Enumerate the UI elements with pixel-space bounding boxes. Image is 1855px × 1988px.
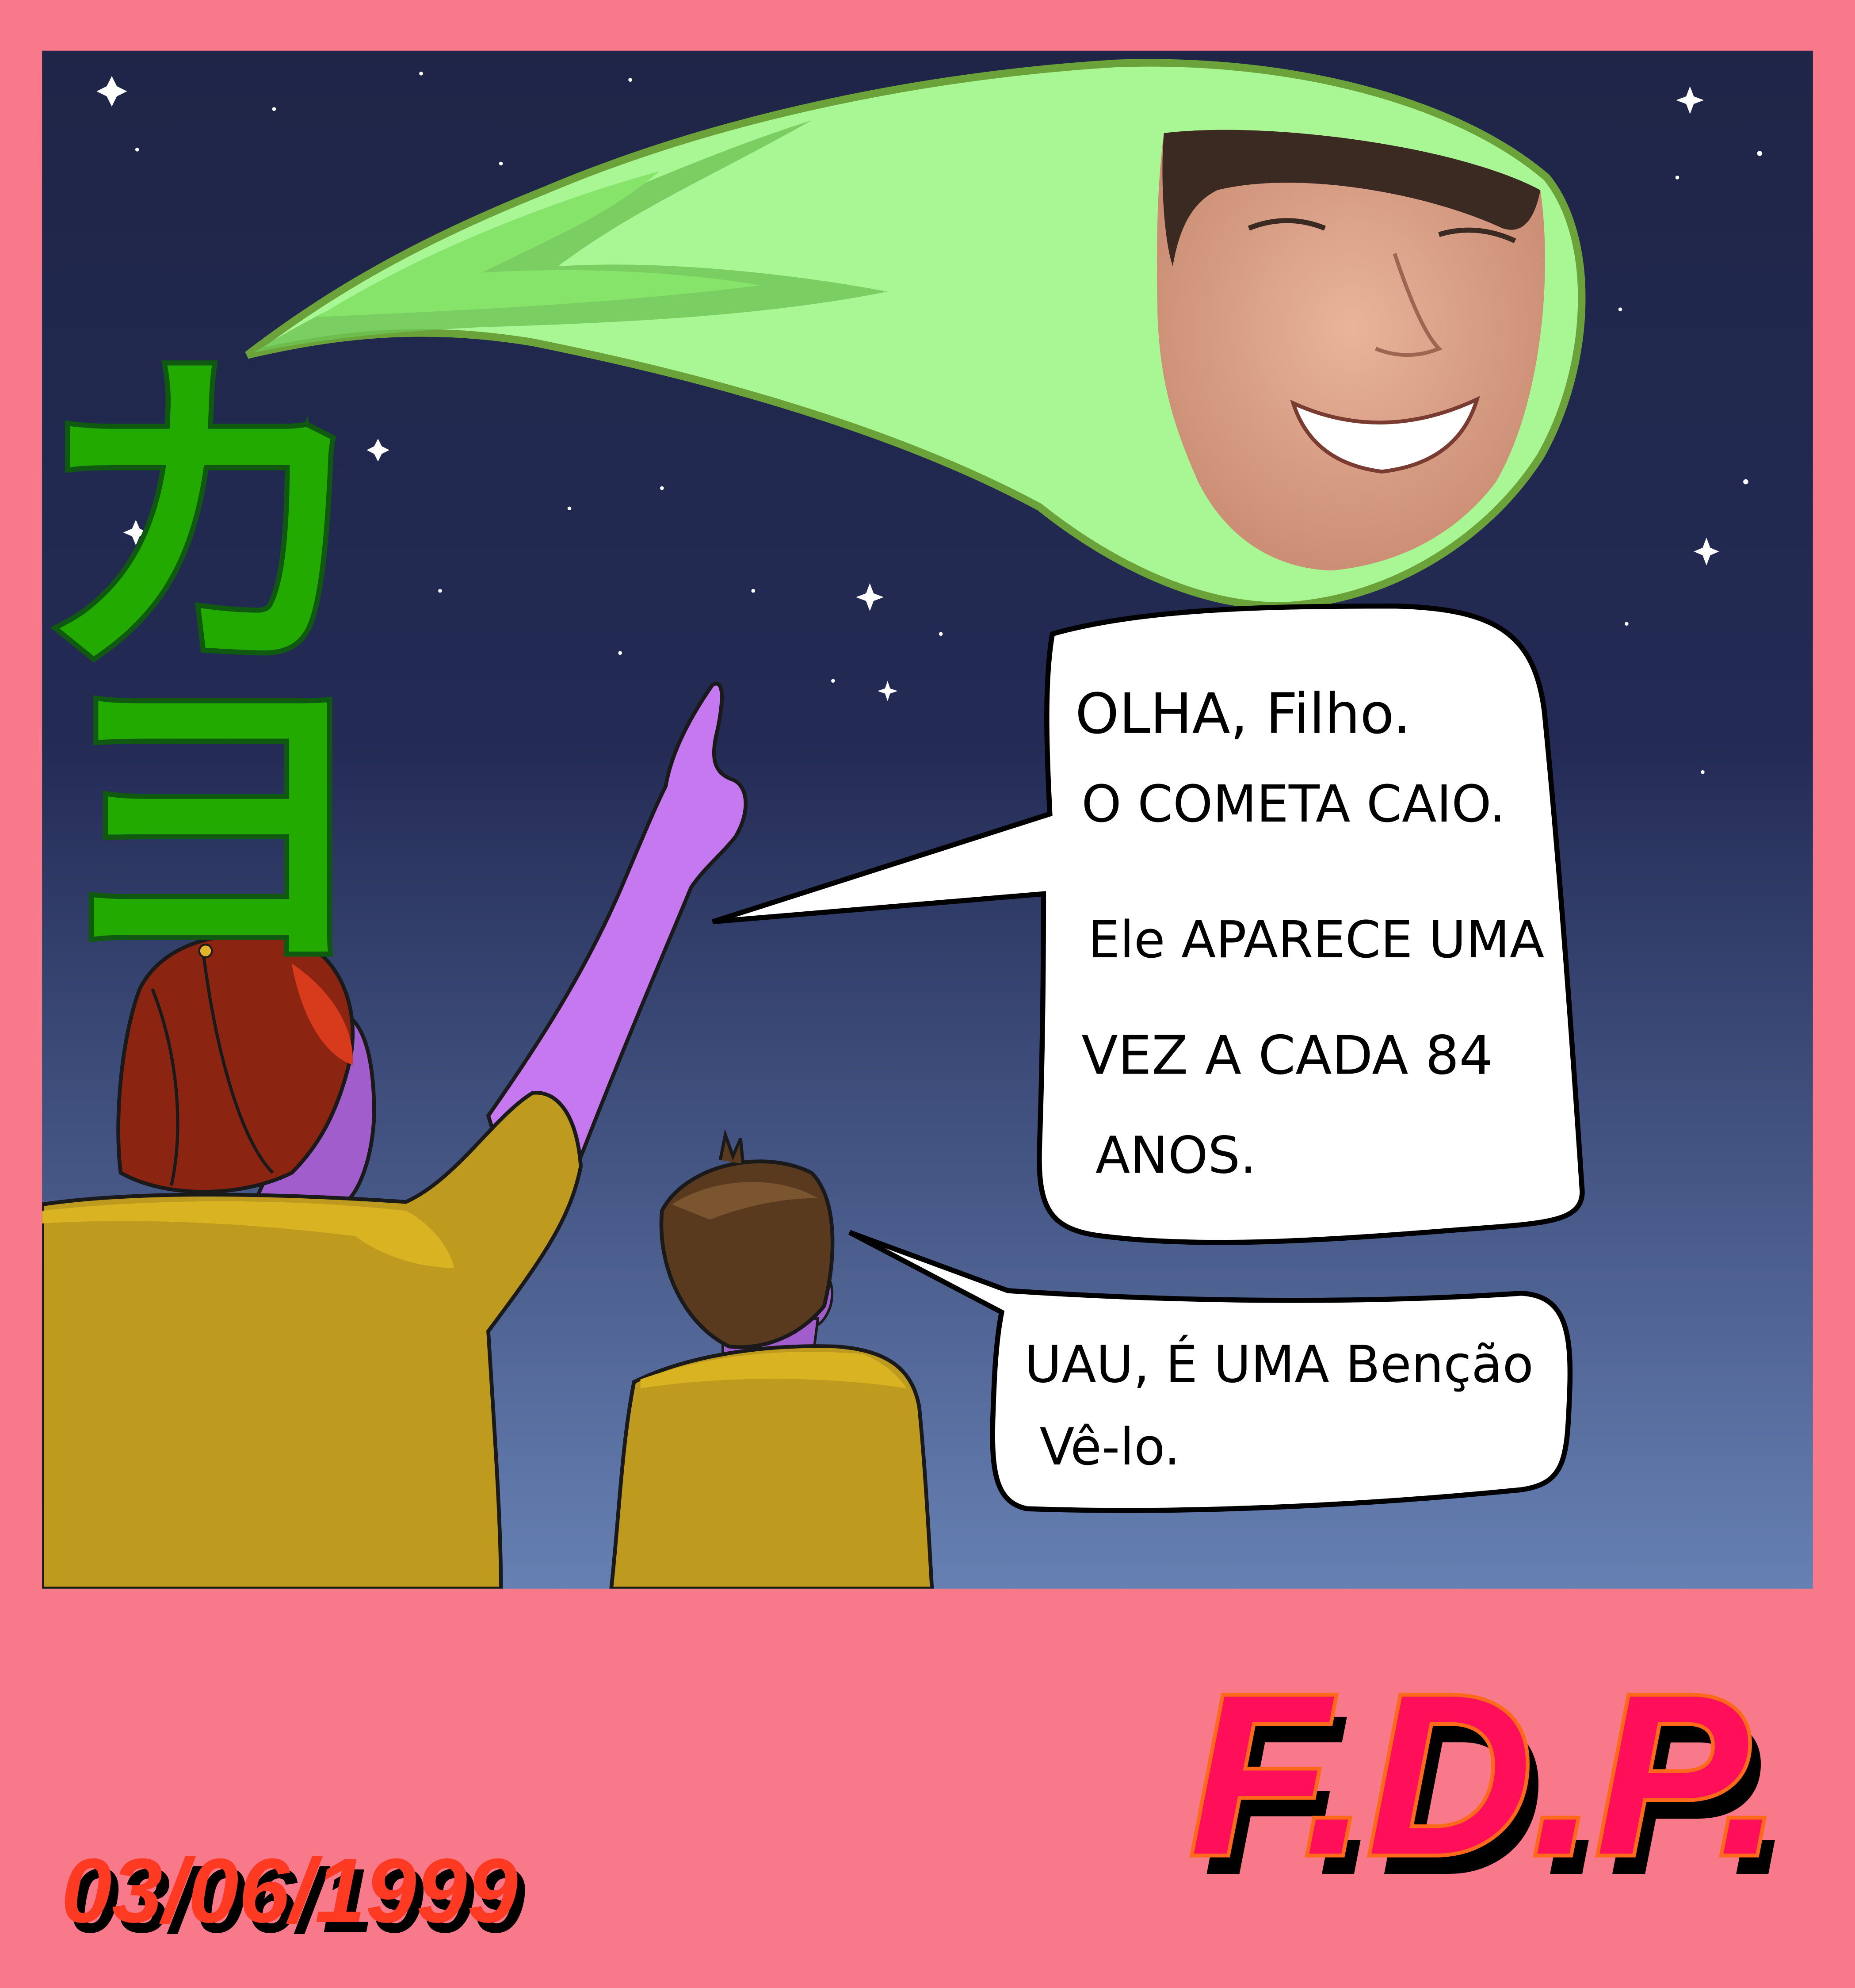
bubble-line: VEZ A CADA 84	[1081, 1025, 1493, 1087]
katakana-title: カ ヨ	[42, 317, 383, 1021]
signature-text: F.D.P.	[1190, 1648, 1782, 1902]
bubble-line: Vê-lo.	[1040, 1418, 1180, 1477]
bubble-line: OLHA, Filho.	[1075, 681, 1411, 746]
date-text: 03/06/1999	[61, 1839, 518, 1942]
comic-panel-svg: OLHA, Filho. O COMETA CAIO. Ele APARECE …	[0, 0, 1855, 1988]
katakana-yo: ヨ	[48, 632, 378, 1016]
date-stamp: 03/06/1999 03/06/1999	[61, 1839, 525, 1952]
bubble-line: O COMETA CAIO.	[1081, 775, 1505, 834]
bubble-line: UAU, É UMA Benção	[1024, 1335, 1533, 1394]
signature-logo: F.D.P. F.D.P.	[1186, 1644, 1794, 1922]
bubble-line: Ele APARECE UMA	[1088, 911, 1545, 970]
comic-page: OLHA, Filho. O COMETA CAIO. Ele APARECE …	[0, 0, 1855, 1988]
bubble-line: ANOS.	[1095, 1126, 1256, 1185]
